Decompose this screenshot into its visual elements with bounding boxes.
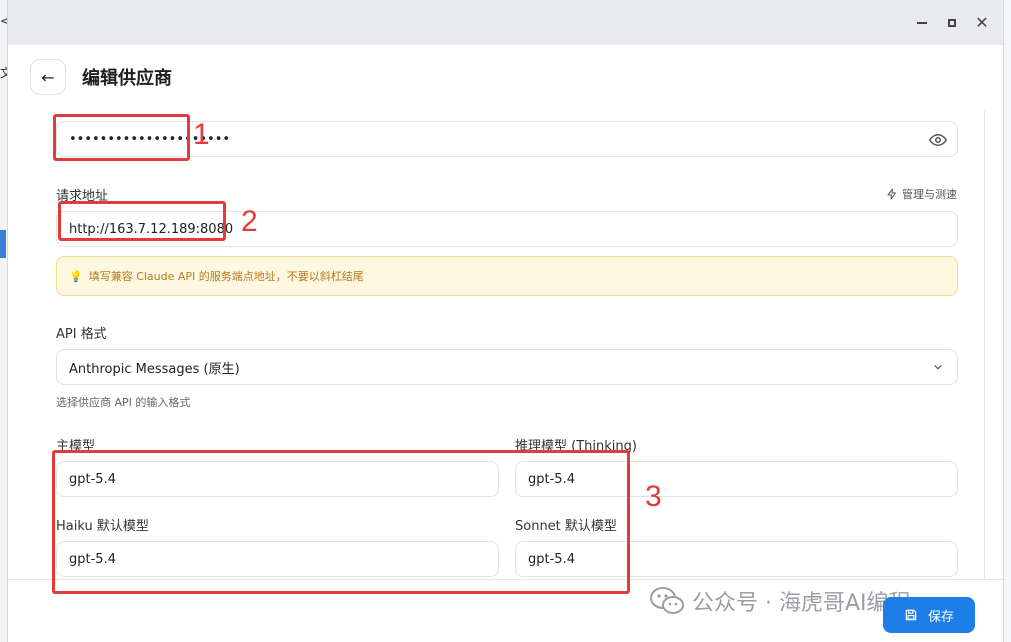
annotation-number-1: 1 bbox=[193, 118, 210, 151]
tip-banner: 💡 填写兼容 Claude API 的服务端点地址，不要以斜杠结尾 bbox=[56, 256, 958, 296]
minimize-icon bbox=[917, 21, 927, 24]
manage-speedtest-link[interactable]: 管理与测速 bbox=[886, 186, 957, 202]
api-format-label: API 格式 bbox=[56, 327, 107, 342]
minimize-button[interactable] bbox=[907, 8, 937, 38]
annotation-box-3 bbox=[52, 450, 630, 594]
tip-text: 填写兼容 Claude API 的服务端点地址，不要以斜杠结尾 bbox=[88, 270, 364, 283]
watermark: 公众号 · 海虎哥AI编程 bbox=[650, 585, 911, 617]
maximize-icon bbox=[948, 18, 956, 27]
eye-icon[interactable] bbox=[929, 131, 947, 149]
api-format-select[interactable]: Anthropic Messages (原生) bbox=[56, 349, 958, 385]
api-key-input[interactable]: ••••••••••••••••••••• bbox=[56, 121, 958, 157]
close-icon: ✕ bbox=[975, 13, 989, 32]
manage-speedtest-label: 管理与测速 bbox=[902, 188, 957, 201]
watermark-text: 公众号 · 海虎哥AI编程 bbox=[692, 591, 911, 616]
api-format-helper: 选择供应商 API 的输入格式 bbox=[56, 396, 191, 409]
wechat-icon bbox=[650, 587, 684, 614]
save-label: 保存 bbox=[927, 609, 954, 625]
api-format-value: Anthropic Messages (原生) bbox=[69, 361, 240, 377]
scroll-track bbox=[984, 110, 985, 580]
page-header: ← 编辑供应商 bbox=[8, 45, 1003, 109]
save-icon bbox=[905, 609, 917, 621]
annotation-number-3: 3 bbox=[645, 480, 662, 513]
save-button[interactable]: 保存 bbox=[883, 597, 975, 633]
close-button[interactable]: ✕ bbox=[967, 8, 997, 38]
annotation-box-1 bbox=[53, 114, 190, 161]
chevron-down-icon bbox=[934, 364, 942, 370]
lightbulb-icon: 💡 bbox=[69, 269, 83, 283]
annotation-box-2 bbox=[58, 201, 226, 241]
window-titlebar: ✕ bbox=[8, 0, 1003, 45]
arrow-left-icon: ← bbox=[41, 67, 55, 87]
lightning-icon bbox=[887, 188, 896, 200]
page-title: 编辑供应商 bbox=[82, 68, 172, 89]
maximize-button[interactable] bbox=[937, 8, 967, 38]
back-button[interactable]: ← bbox=[30, 59, 66, 95]
annotation-number-2: 2 bbox=[241, 205, 258, 238]
background-selection bbox=[0, 230, 6, 258]
